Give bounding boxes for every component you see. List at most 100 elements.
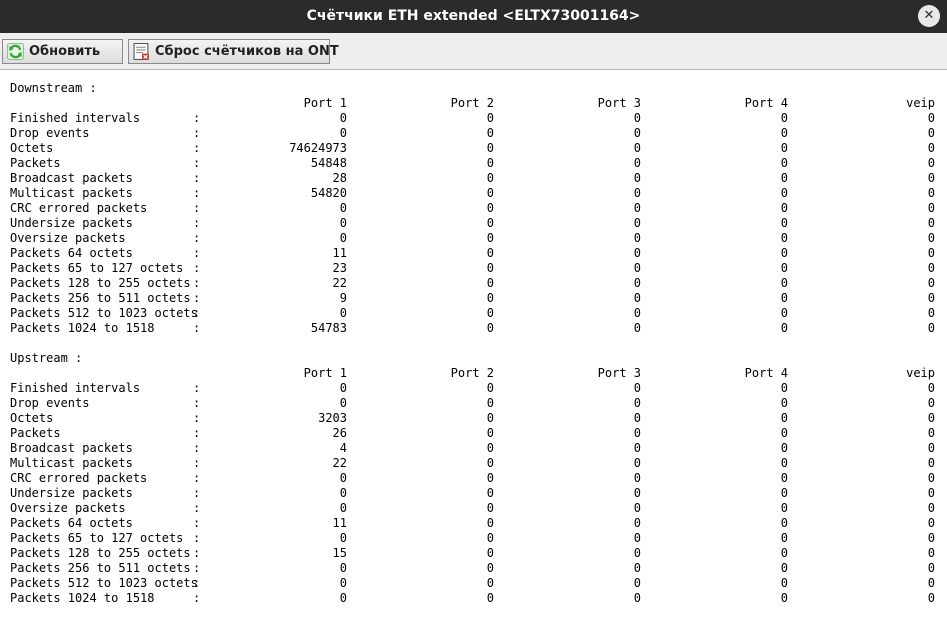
counter-value: 0	[339, 591, 347, 605]
counter-value: 0	[927, 201, 935, 215]
counter-value: 0	[927, 306, 935, 320]
column-header: Port 2	[450, 96, 494, 110]
table-row: Packets 64 octets: 11 0 0 0 0	[10, 516, 935, 531]
window-title: Счётчики ETH extended <ELTX73001164>	[306, 8, 641, 24]
column-header: veip	[906, 96, 935, 110]
counter-value: 0	[633, 531, 641, 545]
counter-label: Packets 65 to 127 octets	[10, 261, 184, 275]
counter-value: 0	[339, 396, 347, 410]
counter-value: 0	[486, 531, 494, 545]
counter-label: Octets	[10, 141, 54, 155]
counter-value: 0	[486, 186, 494, 200]
label-separator: :	[193, 546, 201, 560]
counter-value: 22	[332, 456, 347, 470]
counter-value: 28	[332, 171, 347, 185]
counter-value: 0	[633, 186, 641, 200]
label-separator: :	[193, 171, 201, 185]
counter-value: 0	[486, 126, 494, 140]
counter-value: 0	[486, 291, 494, 305]
counter-value: 0	[780, 186, 788, 200]
counter-value: 0	[633, 591, 641, 605]
counter-value: 0	[339, 561, 347, 575]
downstream-column-header: Port 1 Port 2 Port 3 Port 4 veip	[10, 96, 935, 111]
counter-value: 0	[486, 426, 494, 440]
table-row: Finished intervals: 0 0 0 0 0	[10, 381, 935, 396]
counter-value: 0	[633, 306, 641, 320]
counter-value: 0	[780, 471, 788, 485]
counter-value: 0	[780, 531, 788, 545]
counter-value: 0	[339, 501, 347, 515]
label-separator: :	[193, 261, 201, 275]
counter-label: Packets 128 to 255 octets	[10, 276, 191, 290]
counter-value: 3203	[318, 411, 347, 425]
counter-label: Packets 512 to 1023 octets	[10, 306, 198, 320]
label-separator: :	[193, 531, 201, 545]
table-row: Multicast packets: 54820 0 0 0 0	[10, 186, 935, 201]
counter-value: 0	[633, 471, 641, 485]
counter-value: 0	[486, 321, 494, 335]
counter-value: 0	[780, 546, 788, 560]
counter-value: 9	[339, 291, 347, 305]
counter-value: 0	[927, 261, 935, 275]
counter-value: 0	[486, 156, 494, 170]
table-row: Octets: 3203 0 0 0 0	[10, 411, 935, 426]
counter-value: 4	[339, 441, 347, 455]
label-separator: :	[193, 306, 201, 320]
label-separator: :	[193, 441, 201, 455]
refresh-button-label: Обновить	[29, 44, 101, 59]
reset-counters-button[interactable]: Сброс счётчиков на ONT	[128, 39, 339, 64]
counter-value: 0	[780, 291, 788, 305]
counter-value: 0	[486, 141, 494, 155]
counter-value: 0	[633, 546, 641, 560]
counter-label: Undersize packets	[10, 216, 133, 230]
table-row: Packets: 54848 0 0 0 0	[10, 156, 935, 171]
refresh-icon	[7, 43, 24, 60]
table-row: Drop events: 0 0 0 0 0	[10, 126, 935, 141]
label-separator: :	[193, 321, 201, 335]
table-row: Packets: 26 0 0 0 0	[10, 426, 935, 441]
label-separator: :	[193, 411, 201, 425]
counter-value: 0	[780, 246, 788, 260]
counter-value: 0	[927, 546, 935, 560]
table-row: Packets 65 to 127 octets: 23 0 0 0 0	[10, 261, 935, 276]
table-row: Broadcast packets: 28 0 0 0 0	[10, 171, 935, 186]
counter-value: 0	[339, 111, 347, 125]
label-separator: :	[193, 396, 201, 410]
refresh-button[interactable]: Обновить	[2, 39, 123, 64]
table-row: Packets 1024 to 1518: 0 0 0 0 0	[10, 591, 935, 606]
label-separator: :	[193, 426, 201, 440]
counter-value: 0	[486, 546, 494, 560]
close-button[interactable]: ✕	[918, 5, 940, 27]
counter-value: 0	[339, 381, 347, 395]
counter-label: Packets 256 to 511 octets	[10, 291, 191, 305]
counter-value: 54783	[310, 321, 347, 335]
label-separator: :	[193, 471, 201, 485]
label-separator: :	[193, 576, 201, 590]
counter-value: 0	[780, 201, 788, 215]
counter-value: 0	[780, 216, 788, 230]
counter-value: 0	[780, 396, 788, 410]
counter-value: 0	[339, 216, 347, 230]
column-header: Port 2	[450, 366, 494, 380]
column-header: Port 3	[597, 96, 641, 110]
counter-value: 54820	[310, 186, 347, 200]
counter-value: 0	[780, 426, 788, 440]
counter-value: 0	[927, 441, 935, 455]
counter-label: Drop events	[10, 396, 90, 410]
table-row: Broadcast packets: 4 0 0 0 0	[10, 441, 935, 456]
counters-output: Downstream : Port 1 Port 2 Port 3 Port 4 vei…	[10, 81, 935, 621]
counter-label: Oversize packets	[10, 231, 126, 245]
counter-value: 0	[486, 591, 494, 605]
counter-value: 0	[486, 561, 494, 575]
table-row: Packets 1024 to 1518: 54783 0 0 0 0	[10, 321, 935, 336]
counter-value: 0	[780, 276, 788, 290]
counter-value: 0	[339, 306, 347, 320]
counter-value: 0	[780, 576, 788, 590]
table-row: Undersize packets: 0 0 0 0 0	[10, 486, 935, 501]
counter-value: 0	[633, 111, 641, 125]
table-row: Packets 512 to 1023 octets: 0 0 0 0 0	[10, 576, 935, 591]
counter-value: 0	[633, 246, 641, 260]
counter-value: 0	[633, 396, 641, 410]
counter-value: 0	[927, 591, 935, 605]
table-row: CRC errored packets: 0 0 0 0 0	[10, 471, 935, 486]
